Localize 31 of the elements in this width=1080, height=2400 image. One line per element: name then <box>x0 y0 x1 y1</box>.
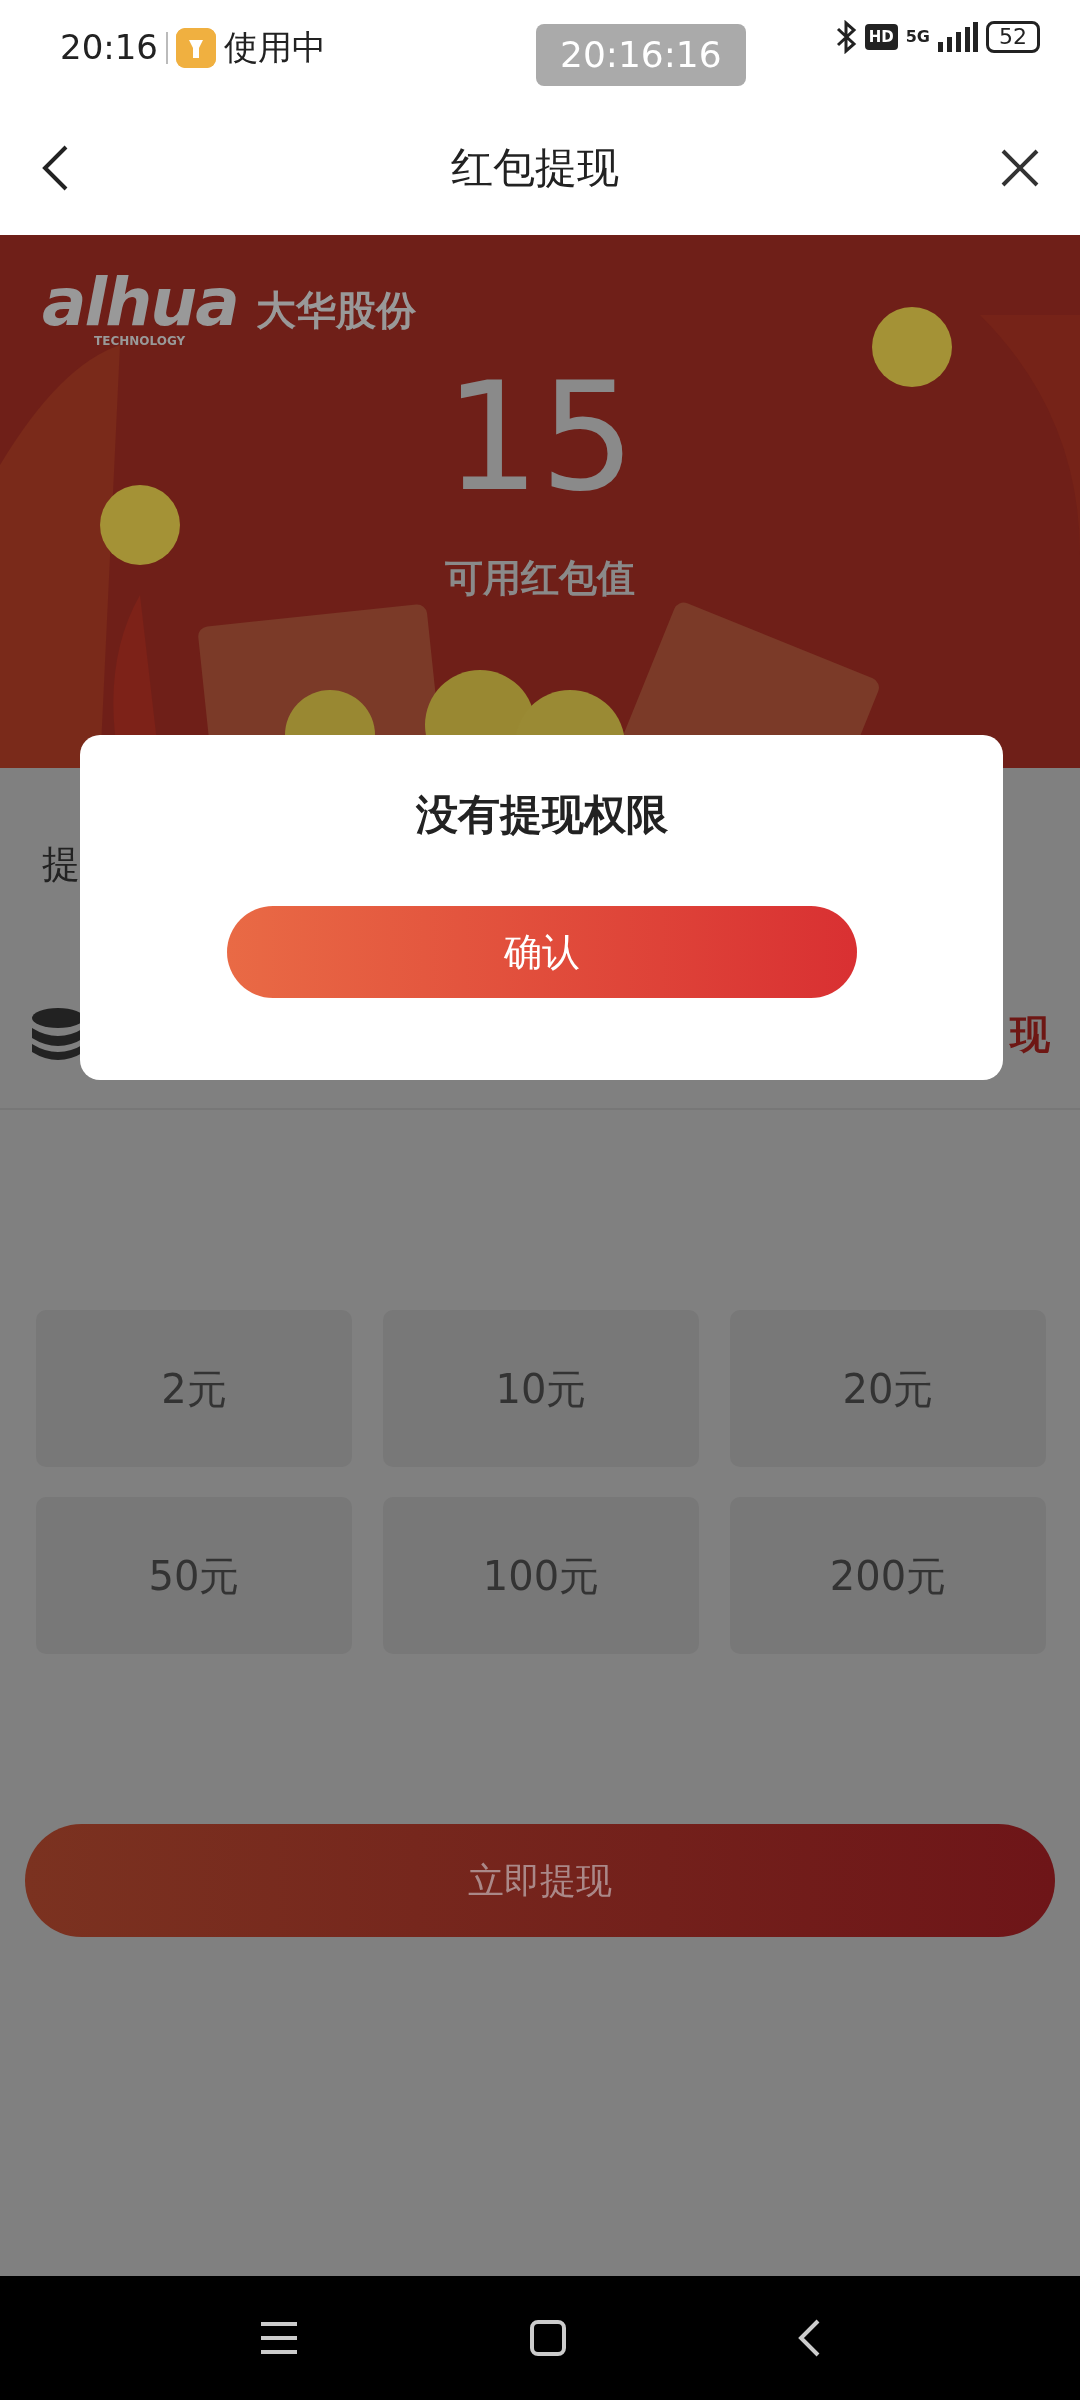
company-name: 大华股份 <box>255 286 416 335</box>
battery-level: 52 <box>986 21 1040 53</box>
bluetooth-icon <box>834 20 857 54</box>
dialog-title: 没有提现权限 <box>415 789 668 841</box>
balance-amount: 15 <box>443 355 637 520</box>
confirm-button[interactable]: 确认 <box>226 906 857 998</box>
amount-option[interactable]: 10元 <box>383 1310 699 1467</box>
network-label: 5G <box>905 26 930 48</box>
back-icon[interactable] <box>40 143 70 192</box>
back-icon[interactable] <box>797 2318 821 2358</box>
signal-icon <box>938 22 978 52</box>
amount-option[interactable]: 50元 <box>36 1497 352 1654</box>
withdraw-label: 提 <box>42 840 80 888</box>
withdraw-button[interactable]: 立即提现 <box>25 1824 1055 1937</box>
app-status: 使用中 <box>224 26 326 69</box>
menu-icon[interactable] <box>259 2321 299 2355</box>
brand-tagline: TECHNOLOGY <box>94 333 187 350</box>
close-icon[interactable] <box>1000 147 1040 188</box>
withdraw-link[interactable]: 现 <box>1010 1004 1050 1064</box>
home-icon[interactable] <box>529 2319 567 2357</box>
status-time: 20:16 <box>60 26 158 69</box>
amount-option[interactable]: 100元 <box>383 1497 699 1654</box>
clock-badge: 20:16:16 <box>536 24 746 86</box>
hd-label: HD <box>864 23 898 51</box>
amount-option[interactable]: 2元 <box>36 1310 352 1467</box>
flashlight-icon <box>176 27 216 68</box>
brand-logo: alhua <box>42 270 238 336</box>
page-title: 红包提现 <box>451 142 619 194</box>
balance-label: 可用红包值 <box>444 555 636 602</box>
amount-option[interactable]: 20元 <box>730 1310 1046 1467</box>
amount-option[interactable]: 200元 <box>730 1497 1046 1654</box>
